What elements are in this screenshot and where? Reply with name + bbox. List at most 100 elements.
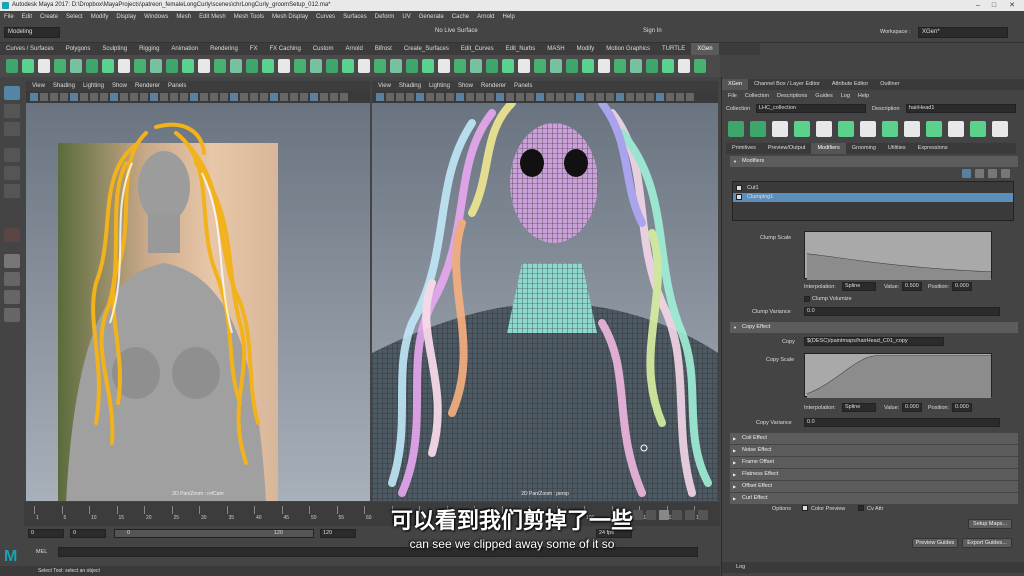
viewport-tool-icon[interactable] [240, 93, 248, 101]
maximize-button[interactable]: □ [986, 0, 1002, 11]
minimize-button[interactable]: – [970, 0, 986, 11]
viewport-tool-icon[interactable] [466, 93, 474, 101]
shelf-tab-motion-graphics[interactable]: Motion Graphics [600, 43, 656, 55]
viewport-tool-icon[interactable] [330, 93, 338, 101]
modifier-checkbox[interactable] [736, 194, 742, 200]
viewport-menu-panels[interactable]: Panels [514, 81, 532, 91]
xgen-menu-guides[interactable]: Guides [815, 91, 832, 102]
viewport-tool-icon[interactable] [150, 93, 158, 101]
xgen-shelf-icon[interactable] [278, 59, 290, 73]
viewport-tool-icon[interactable] [260, 93, 268, 101]
shelf-tab-rigging[interactable]: Rigging [133, 43, 165, 55]
menu-modify[interactable]: Modify [91, 14, 109, 20]
viewport-tool-icon[interactable] [40, 93, 48, 101]
menu-select[interactable]: Select [66, 14, 83, 20]
viewport-tool-icon[interactable] [606, 93, 614, 101]
viewport-tool-icon[interactable] [340, 93, 348, 101]
menu-windows[interactable]: Windows [144, 14, 168, 20]
lasso-tool-icon[interactable] [4, 104, 20, 118]
viewport-tool-icon[interactable] [506, 93, 514, 101]
viewport-tool-icon[interactable] [50, 93, 58, 101]
viewport-tool-icon[interactable] [280, 93, 288, 101]
xgen-shelf-icon[interactable] [358, 59, 370, 73]
xgen-shelf-icon[interactable] [454, 59, 466, 73]
viewport-tool-icon[interactable] [396, 93, 404, 101]
shelf-tab-turtle[interactable]: TURTLE [656, 43, 691, 55]
viewport-tool-icon[interactable] [486, 93, 494, 101]
section-offset-effect[interactable]: Offset Effect [730, 481, 1018, 492]
panel-tab-channel-box-layer-editor[interactable]: Channel Box / Layer Editor [748, 79, 826, 90]
viewport-menu-show[interactable]: Show [112, 81, 127, 91]
xgen-shelf-icon[interactable] [70, 59, 82, 73]
viewport-tool-icon[interactable] [426, 93, 434, 101]
xgen-shelf-icon[interactable] [422, 59, 434, 73]
viewport-tool-icon[interactable] [120, 93, 128, 101]
clump-position-field[interactable]: 0.000 [952, 282, 972, 291]
clump-volumize-checkbox[interactable] [804, 296, 810, 302]
shelf-tab-xgen[interactable]: XGen [691, 43, 719, 55]
xgen-tool-icon[interactable] [860, 121, 876, 137]
menuset-dropdown[interactable]: Modeling [4, 27, 60, 38]
shelf-tab-create-surfaces[interactable]: Create_Surfaces [398, 43, 455, 55]
log-section[interactable]: Log [722, 562, 1024, 573]
clump-interp-dropdown[interactable]: Spline [842, 282, 876, 291]
menu-uv[interactable]: UV [402, 14, 410, 20]
viewport-tool-icon[interactable] [576, 93, 584, 101]
show-manipulator-icon[interactable] [4, 228, 20, 242]
xgen-shelf-icon[interactable] [102, 59, 114, 73]
xgen-shelf-icon[interactable] [486, 59, 498, 73]
viewport-menu-renderer[interactable]: Renderer [481, 81, 506, 91]
xgen-shelf-icon[interactable] [598, 59, 610, 73]
xgen-shelf-icon[interactable] [38, 59, 50, 73]
xgen-shelf-icon[interactable] [134, 59, 146, 73]
copy-scale-graph[interactable] [804, 353, 992, 398]
sub-tab-expressions[interactable]: Expressions [912, 143, 954, 154]
section-curl-effect[interactable]: Curl Effect [730, 493, 1018, 504]
move-tool-icon[interactable] [4, 148, 20, 162]
viewport-tool-icon[interactable] [686, 93, 694, 101]
shelf-tab-sculpting[interactable]: Sculpting [96, 43, 133, 55]
viewport-tool-icon[interactable] [496, 93, 504, 101]
shelf-tab-fx[interactable]: FX [244, 43, 264, 55]
xgen-shelf-icon[interactable] [182, 59, 194, 73]
viewport-view[interactable]: 2D Pan/Zoom : persp [372, 103, 718, 501]
xgen-shelf-icon[interactable] [22, 59, 34, 73]
viewport-tool-icon[interactable] [190, 93, 198, 101]
single-view-icon[interactable] [4, 254, 20, 268]
menu-cache[interactable]: Cache [452, 14, 469, 20]
sub-tab-preview-output[interactable]: Preview/Output [762, 143, 812, 154]
clump-scale-graph[interactable] [804, 231, 992, 280]
shelf-tab-edit-nurbs[interactable]: Edit_Nurbs [500, 43, 542, 55]
viewport-tool-icon[interactable] [586, 93, 594, 101]
viewport-tool-icon[interactable] [566, 93, 574, 101]
viewport-tool-icon[interactable] [300, 93, 308, 101]
viewport-tool-icon[interactable] [160, 93, 168, 101]
menu-curves[interactable]: Curves [316, 14, 335, 20]
scale-tool-icon[interactable] [4, 184, 20, 198]
panel-tab-xgen[interactable]: XGen [722, 79, 749, 90]
viewport-tool-icon[interactable] [376, 93, 384, 101]
xgen-shelf-icon[interactable] [406, 59, 418, 73]
viewport-tool-icon[interactable] [386, 93, 394, 101]
menu-mesh-tools[interactable]: Mesh Tools [234, 14, 264, 20]
menu-mesh-display[interactable]: Mesh Display [272, 14, 308, 20]
xgen-shelf-icon[interactable] [550, 59, 562, 73]
xgen-shelf-icon[interactable] [54, 59, 66, 73]
xgen-shelf-icon[interactable] [390, 59, 402, 73]
shelf-tab-mash[interactable]: MASH [541, 43, 570, 55]
viewport-tool-icon[interactable] [130, 93, 138, 101]
viewport-tool-icon[interactable] [320, 93, 328, 101]
viewport-tool-icon[interactable] [616, 93, 624, 101]
two-view-icon[interactable] [4, 290, 20, 304]
viewport-tool-icon[interactable] [90, 93, 98, 101]
four-view-icon[interactable] [4, 272, 20, 286]
viewport-menu-shading[interactable]: Shading [399, 81, 421, 91]
modifier-item[interactable]: Clumping1 [733, 193, 1013, 202]
viewport-tool-icon[interactable] [416, 93, 424, 101]
viewport-left[interactable]: View Shading Lighting Show Renderer Panels [26, 81, 370, 501]
xgen-shelf-icon[interactable] [86, 59, 98, 73]
viewport-tool-icon[interactable] [200, 93, 208, 101]
shelf-tab-custom[interactable]: Custom [307, 43, 340, 55]
xgen-tool-icon[interactable] [816, 121, 832, 137]
viewport-menu-lighting[interactable]: Lighting [429, 81, 450, 91]
